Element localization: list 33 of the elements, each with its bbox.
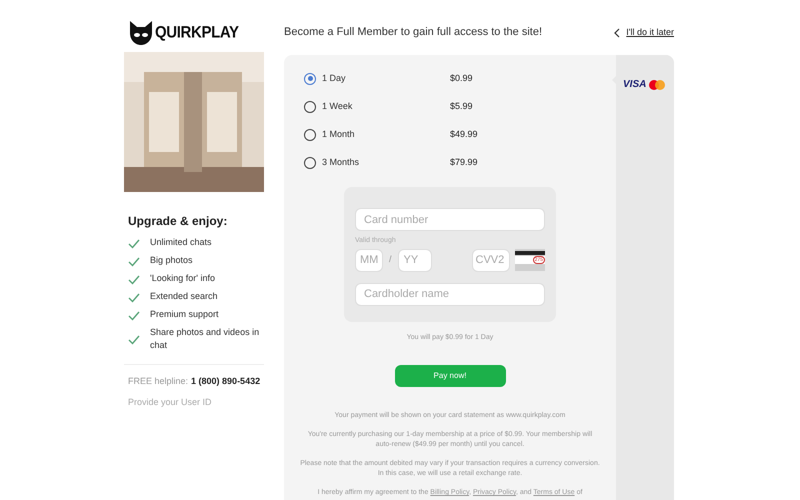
logo-text: QUIRKPLAY xyxy=(155,22,239,44)
feature-text: Big photos xyxy=(150,254,194,267)
plan-option[interactable]: 1 Week $5.99 xyxy=(304,98,616,116)
skip-link[interactable]: I'll do it later xyxy=(614,26,674,40)
plan-option[interactable]: 1 Month $49.99 xyxy=(304,126,616,144)
visa-logo: VISA xyxy=(623,78,646,92)
card-number-field[interactable]: Card number xyxy=(355,208,545,232)
feature-text: Premium support xyxy=(150,308,220,321)
feature-text: Extended search xyxy=(150,290,219,303)
chevron-left-icon xyxy=(614,28,620,38)
page-title: Become a Full Member to gain full access to the site! xyxy=(284,25,542,40)
helpline-label: FREE helpline: xyxy=(128,375,188,388)
month-field[interactable]: MM xyxy=(355,248,383,272)
date-separator: / xyxy=(389,253,392,266)
check-icon xyxy=(128,274,140,284)
check-icon xyxy=(128,310,140,320)
cardholder-field[interactable]: Cardholder name xyxy=(355,282,545,306)
cvv-field[interactable]: CVV2 xyxy=(472,248,510,272)
year-field[interactable]: YY xyxy=(398,248,432,272)
check-icon xyxy=(128,238,140,248)
feature-text: Share photos and videos in chat xyxy=(150,326,260,352)
check-icon xyxy=(128,256,140,266)
mastercard-icon xyxy=(649,80,666,90)
feature-text: 'Looking for' info xyxy=(150,272,216,285)
cat-mask-icon xyxy=(128,20,154,46)
user-id-label: Provide your User ID xyxy=(128,396,213,409)
check-icon xyxy=(128,335,140,345)
section-heading: Upgrade & enjoy: xyxy=(128,213,228,230)
feature-text: Unlimited chats xyxy=(150,236,213,249)
check-icon xyxy=(128,292,140,302)
plan-option[interactable]: 1 Day $0.99 xyxy=(304,70,616,88)
plan-option[interactable]: 3 Months $79.99 xyxy=(304,154,616,172)
helpline-number: 1 (800) 890-5432 xyxy=(191,375,260,388)
